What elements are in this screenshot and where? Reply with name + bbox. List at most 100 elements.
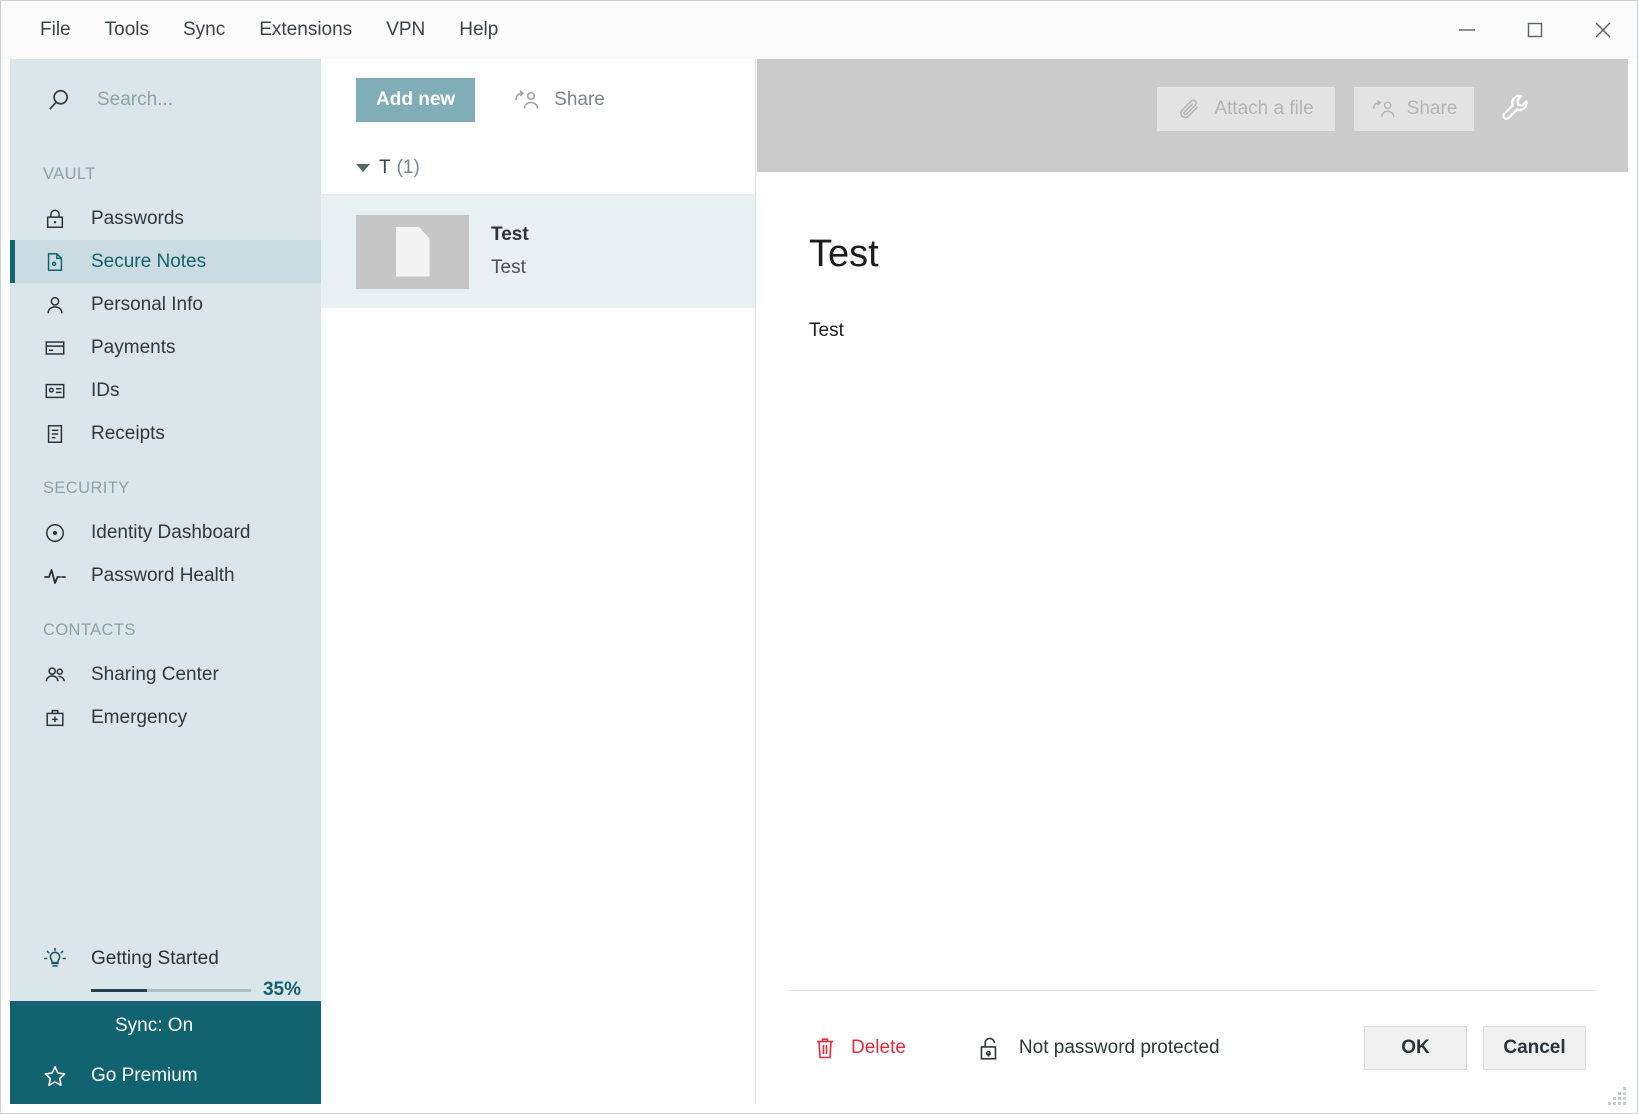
cancel-button[interactable]: Cancel bbox=[1483, 1025, 1586, 1070]
share-icon bbox=[513, 88, 541, 112]
sidebar-item-label: Payments bbox=[91, 336, 176, 358]
ok-button[interactable]: OK bbox=[1364, 1025, 1467, 1070]
search-placeholder: Search... bbox=[97, 89, 174, 110]
attach-a-file-label: Attach a file bbox=[1214, 98, 1314, 119]
title-bar: File Tools Sync Extensions VPN Help bbox=[1, 1, 1637, 59]
go-premium-label: Go Premium bbox=[91, 1065, 198, 1086]
share-icon bbox=[1371, 97, 1396, 121]
menu-bar: File Tools Sync Extensions VPN Help bbox=[1, 1, 515, 59]
target-icon bbox=[43, 521, 67, 545]
sidebar-item-label: IDs bbox=[91, 379, 120, 401]
document-thumbnail-icon bbox=[356, 214, 469, 289]
delete-button[interactable]: Delete bbox=[813, 1035, 906, 1061]
group-header[interactable]: T (1) bbox=[321, 141, 755, 195]
sidebar-item-label: Password Health bbox=[91, 564, 235, 586]
getting-started-progress: 35% bbox=[43, 979, 301, 1001]
section-label-contacts: CONTACTS bbox=[43, 621, 136, 639]
window-controls bbox=[1433, 1, 1637, 59]
pulse-icon bbox=[43, 564, 67, 588]
sidebar-item-ids[interactable]: IDs bbox=[10, 369, 321, 412]
menu-item-tools[interactable]: Tools bbox=[88, 1, 166, 59]
footer-actions: OK Cancel bbox=[1364, 1025, 1586, 1070]
progress-percent: 35% bbox=[262, 979, 301, 1000]
password-protection-toggle[interactable]: Not password protected bbox=[976, 1034, 1220, 1062]
sidebar-item-label: Emergency bbox=[91, 706, 188, 728]
getting-started-label: Getting Started bbox=[91, 948, 219, 969]
id-card-icon bbox=[43, 379, 67, 403]
detail-header: Attach a file Share bbox=[757, 59, 1628, 172]
password-protection-label: Not password protected bbox=[1018, 1036, 1220, 1058]
sidebar-item-secure-notes[interactable]: Secure Notes bbox=[10, 240, 321, 283]
search-icon bbox=[46, 87, 72, 113]
chevron-down-icon bbox=[356, 163, 370, 172]
page-shape bbox=[395, 226, 430, 277]
share-button-label: Share bbox=[554, 89, 605, 110]
sidebar-item-label: Sharing Center bbox=[91, 663, 219, 685]
sidebar-item-personal-info[interactable]: Personal Info bbox=[10, 283, 321, 326]
sidebar-item-label: Personal Info bbox=[91, 293, 203, 315]
maximize-icon[interactable] bbox=[1501, 1, 1569, 59]
detail-share-button[interactable]: Share bbox=[1354, 87, 1474, 131]
menu-item-help[interactable]: Help bbox=[442, 1, 515, 59]
list-toolbar: Add new Share bbox=[321, 59, 755, 141]
sync-status[interactable]: Sync: On bbox=[10, 1001, 321, 1051]
receipt-icon bbox=[43, 422, 67, 446]
sidebar-item-label: Secure Notes bbox=[91, 250, 207, 272]
lightbulb-icon bbox=[43, 947, 67, 971]
app-window: File Tools Sync Extensions VPN Help Sear… bbox=[0, 0, 1638, 1114]
person-icon bbox=[43, 293, 67, 317]
close-icon[interactable] bbox=[1569, 1, 1637, 59]
trash-icon bbox=[813, 1035, 837, 1061]
notes-list-panel: Add new Share T (1) Test Test bbox=[321, 59, 756, 1104]
note-icon bbox=[43, 250, 67, 274]
resize-grip[interactable] bbox=[1605, 1083, 1627, 1105]
menu-item-file[interactable]: File bbox=[23, 1, 88, 59]
sync-status-label: Sync: On bbox=[115, 1015, 194, 1036]
sidebar-item-label: Receipts bbox=[91, 422, 165, 444]
group-count: (1) bbox=[396, 156, 420, 178]
detail-footer: Delete Not password protected OK Cancel bbox=[789, 990, 1596, 1104]
menu-item-extensions[interactable]: Extensions bbox=[242, 1, 369, 59]
note-detail-panel: Attach a file Share Test Test Delete Not… bbox=[757, 59, 1628, 1104]
people-icon bbox=[43, 663, 67, 687]
sidebar-item-sharing-center[interactable]: Sharing Center bbox=[10, 653, 321, 696]
briefcase-icon bbox=[43, 706, 67, 730]
note-title[interactable]: Test bbox=[809, 233, 1576, 276]
section-label-security: SECURITY bbox=[43, 479, 130, 497]
search-field[interactable]: Search... bbox=[10, 59, 321, 141]
section-label-vault: VAULT bbox=[43, 165, 96, 183]
sidebar-item-payments[interactable]: Payments bbox=[10, 326, 321, 369]
progress-fill bbox=[91, 988, 147, 992]
wrench-icon[interactable] bbox=[1499, 91, 1533, 125]
list-item[interactable]: Test Test bbox=[321, 195, 755, 308]
minimize-icon[interactable] bbox=[1433, 1, 1501, 59]
group-name: T bbox=[379, 156, 391, 178]
add-new-button[interactable]: Add new bbox=[356, 78, 476, 122]
detail-share-label: Share bbox=[1406, 98, 1458, 119]
menu-item-vpn[interactable]: VPN bbox=[369, 1, 442, 59]
card-icon bbox=[43, 336, 67, 360]
go-premium-button[interactable]: Go Premium bbox=[10, 1051, 321, 1101]
detail-body: Test Test bbox=[757, 172, 1628, 991]
list-item-subtitle: Test bbox=[491, 257, 526, 278]
getting-started[interactable]: Getting Started 35% bbox=[10, 947, 321, 1001]
list-item-title: Test bbox=[491, 224, 529, 245]
sidebar-item-label: Identity Dashboard bbox=[91, 521, 251, 543]
sidebar-item-identity-dashboard[interactable]: Identity Dashboard bbox=[10, 511, 321, 554]
lock-icon bbox=[43, 207, 67, 231]
star-icon bbox=[43, 1064, 67, 1088]
sidebar-item-emergency[interactable]: Emergency bbox=[10, 696, 321, 739]
sidebar-bottom-band: Sync: On Go Premium bbox=[10, 1001, 321, 1104]
paperclip-icon bbox=[1178, 97, 1203, 121]
sidebar: Search... VAULT Passwords Secure Notes P… bbox=[10, 59, 321, 1104]
sidebar-item-receipts[interactable]: Receipts bbox=[10, 412, 321, 455]
sidebar-item-passwords[interactable]: Passwords bbox=[10, 197, 321, 240]
unlocked-padlock-icon bbox=[976, 1034, 1002, 1062]
attach-a-file-button[interactable]: Attach a file bbox=[1157, 87, 1335, 131]
list-item-text: Test Test bbox=[491, 224, 529, 279]
menu-item-sync[interactable]: Sync bbox=[166, 1, 242, 59]
share-button[interactable]: Share bbox=[513, 88, 605, 112]
note-content[interactable]: Test bbox=[809, 320, 1576, 342]
sidebar-item-password-health[interactable]: Password Health bbox=[10, 554, 321, 597]
delete-label: Delete bbox=[851, 1036, 906, 1058]
